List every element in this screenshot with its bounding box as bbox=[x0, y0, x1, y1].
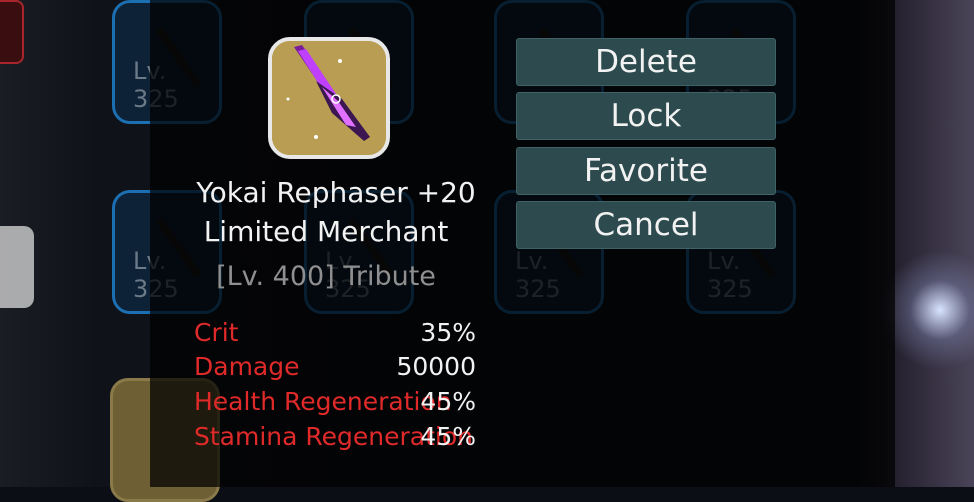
stat-value: 50000 bbox=[396, 352, 476, 381]
stat-row-crit: Crit 35% bbox=[194, 318, 504, 350]
stat-label: Health Regeneration bbox=[194, 387, 452, 416]
item-level: [Lv. 400] Tribute bbox=[216, 261, 436, 292]
stat-row-health-regeneration: Health Regeneration 45% bbox=[194, 387, 504, 419]
stat-value: 35% bbox=[420, 318, 476, 347]
stat-label: Damage bbox=[194, 352, 300, 381]
item-source: Limited Merchant bbox=[203, 215, 449, 248]
item-icon-card bbox=[268, 37, 390, 159]
stat-row-damage: Damage 50000 bbox=[194, 352, 504, 384]
item-name: Yokai Rephaser +20 bbox=[196, 176, 476, 209]
stat-row-stamina-regeneration: Stamina Regeneration 45% bbox=[194, 422, 504, 454]
favorite-button[interactable]: Favorite bbox=[516, 147, 776, 195]
stat-value: 45% bbox=[420, 387, 476, 416]
cancel-button[interactable]: Cancel bbox=[516, 201, 776, 249]
purple-blade-icon bbox=[272, 41, 386, 155]
left-edge-handle[interactable] bbox=[0, 226, 34, 308]
lock-button[interactable]: Lock bbox=[516, 92, 776, 140]
stat-label: Crit bbox=[194, 318, 239, 347]
delete-button[interactable]: Delete bbox=[516, 38, 776, 86]
left-edge-badge bbox=[0, 0, 24, 64]
stat-value: 45% bbox=[420, 422, 476, 451]
